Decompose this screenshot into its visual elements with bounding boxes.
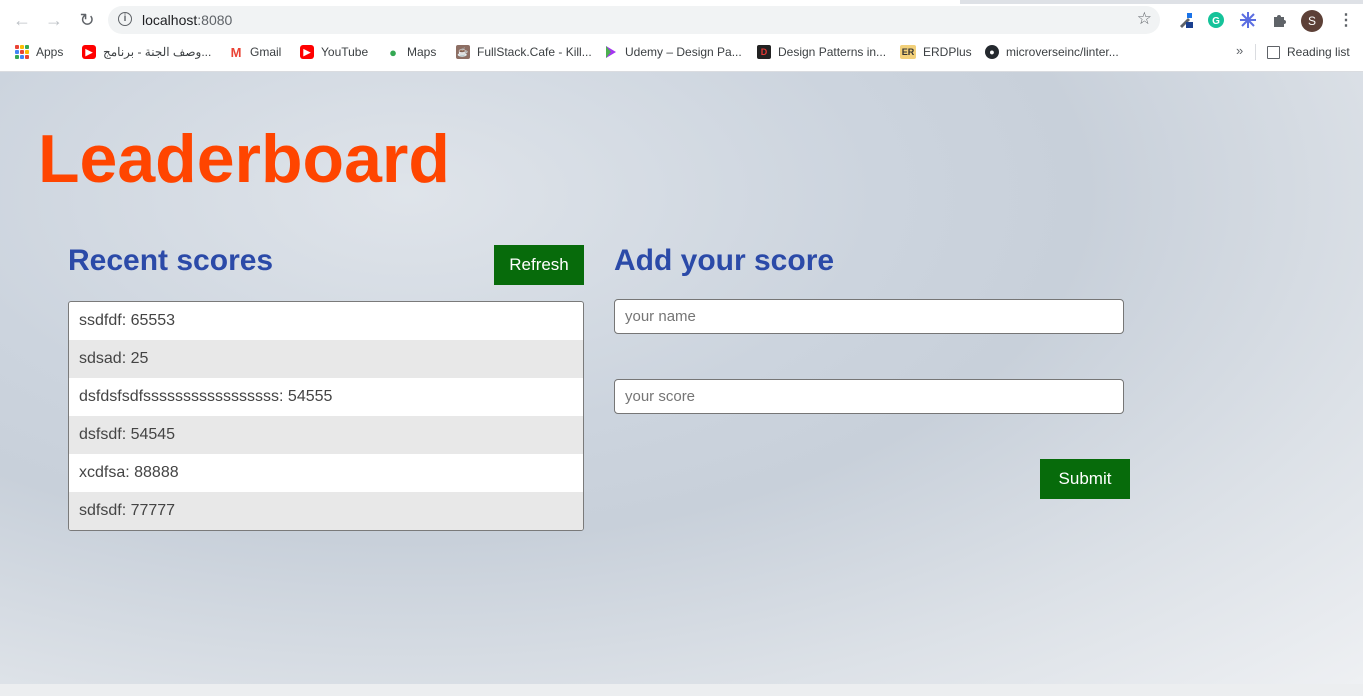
maps-icon: ● bbox=[389, 44, 397, 60]
name-input[interactable] bbox=[614, 299, 1124, 334]
bookmark-youtube[interactable]: ▶ YouTube bbox=[300, 43, 368, 61]
extensions-puzzle-icon[interactable] bbox=[1270, 10, 1290, 30]
bookmark-label: Udemy – Design Pa... bbox=[625, 45, 742, 59]
bookmark-label: microverseinc/linter... bbox=[1006, 45, 1119, 59]
url-port: :8080 bbox=[197, 12, 233, 28]
bookmarks-divider bbox=[1255, 44, 1256, 60]
youtube-icon: ▶ bbox=[82, 45, 96, 59]
browser-menu-icon[interactable]: ⋮ bbox=[1338, 10, 1354, 30]
scores-list: ssdfdf: 65553 sdsad: 25 dsfdsfsdfsssssss… bbox=[68, 301, 584, 531]
page-footer-strip bbox=[0, 684, 1363, 696]
bookmark-label: Apps bbox=[36, 45, 64, 59]
page-body: Leaderboard Recent scores Refresh ssdfdf… bbox=[0, 72, 1363, 684]
bookmark-github-linter[interactable]: ● microverseinc/linter... bbox=[985, 43, 1119, 61]
eyedropper-extension-icon[interactable] bbox=[1176, 10, 1196, 30]
score-input[interactable] bbox=[614, 379, 1124, 414]
score-item: xcdfsa: 88888 bbox=[79, 464, 179, 481]
submit-button[interactable]: Submit bbox=[1040, 459, 1130, 499]
back-icon[interactable]: ← bbox=[10, 8, 34, 32]
bookmark-label: YouTube bbox=[321, 45, 369, 59]
page-title: Leaderboard bbox=[38, 121, 450, 197]
forward-icon[interactable]: → bbox=[42, 8, 66, 32]
score-item: dsfsdf: 54545 bbox=[69, 416, 583, 454]
bookmark-label: وصف الجنة - برنامج... bbox=[103, 45, 212, 59]
grammarly-icon[interactable]: G bbox=[1206, 10, 1226, 30]
youtube-icon: ▶ bbox=[300, 45, 314, 59]
add-score-heading: Add your score bbox=[614, 244, 835, 277]
apps-grid-icon bbox=[15, 45, 29, 59]
browser-chrome: ← → ↻ i localhost:8080 ☆ G S ⋮ Apps ▶ وص… bbox=[0, 0, 1363, 72]
erdplus-icon: ER bbox=[900, 45, 916, 59]
reading-list-icon bbox=[1267, 45, 1280, 59]
bookmark-label: FullStack.Cafe - Kill... bbox=[477, 45, 592, 59]
profile-avatar[interactable]: S bbox=[1301, 10, 1323, 32]
snowflake-extension-icon[interactable] bbox=[1238, 10, 1258, 30]
score-item: sdfsdf: 77777 bbox=[69, 492, 583, 530]
refresh-button[interactable]: Refresh bbox=[494, 245, 584, 285]
svg-text:G: G bbox=[1212, 16, 1220, 27]
bookmark-gmail[interactable]: M Gmail bbox=[229, 43, 282, 61]
reload-icon[interactable]: ↻ bbox=[75, 8, 99, 32]
url-text[interactable]: localhost:8080 bbox=[142, 12, 232, 28]
bookmark-label: Maps bbox=[407, 45, 437, 59]
bookmark-label: Design Patterns in... bbox=[778, 45, 887, 59]
bookmark-apps[interactable]: Apps bbox=[15, 43, 63, 61]
bookmark-label: Gmail bbox=[250, 45, 282, 59]
github-icon: ● bbox=[985, 45, 999, 59]
bookmark-maps[interactable]: ● Maps bbox=[386, 43, 436, 61]
reading-list-button[interactable]: Reading list bbox=[1267, 43, 1350, 61]
bookmark-fullstack-cafe[interactable]: ☕ FullStack.Cafe - Kill... bbox=[456, 43, 592, 61]
address-bar[interactable]: i localhost:8080 ☆ bbox=[108, 6, 1160, 34]
bookmarks-overflow-icon[interactable]: » bbox=[1236, 43, 1243, 58]
bookmark-star-icon[interactable]: ☆ bbox=[1137, 9, 1152, 29]
coffee-icon: ☕ bbox=[456, 45, 470, 59]
udemy-icon bbox=[604, 45, 618, 59]
bookmark-design-patterns[interactable]: D Design Patterns in... bbox=[757, 43, 886, 61]
bookmark-youtube-arabic[interactable]: ▶ وصف الجنة - برنامج... bbox=[82, 43, 211, 61]
url-host: localhost bbox=[142, 12, 198, 28]
score-item: dsfdsfsdfsssssssssssssssss: 54555 bbox=[79, 388, 333, 405]
bookmarks-bar: Apps ▶ وصف الجنة - برنامج... M Gmail ▶ Y… bbox=[0, 40, 1363, 64]
bookmark-erdplus[interactable]: ER ERDPlus bbox=[900, 43, 972, 61]
score-item: sdsad: 25 bbox=[69, 340, 583, 378]
refactoring-icon: D bbox=[757, 45, 771, 59]
site-info-icon[interactable]: i bbox=[118, 12, 132, 26]
bookmark-udemy[interactable]: Udemy – Design Pa... bbox=[604, 43, 742, 61]
recent-scores-heading: Recent scores bbox=[68, 244, 274, 277]
gmail-icon: M bbox=[230, 44, 242, 60]
bookmark-label: ERDPlus bbox=[923, 45, 972, 59]
reading-list-label: Reading list bbox=[1287, 45, 1350, 59]
browser-toolbar: ← → ↻ i localhost:8080 ☆ G S ⋮ bbox=[0, 4, 1363, 36]
score-item: ssdfdf: 65553 bbox=[79, 312, 176, 329]
